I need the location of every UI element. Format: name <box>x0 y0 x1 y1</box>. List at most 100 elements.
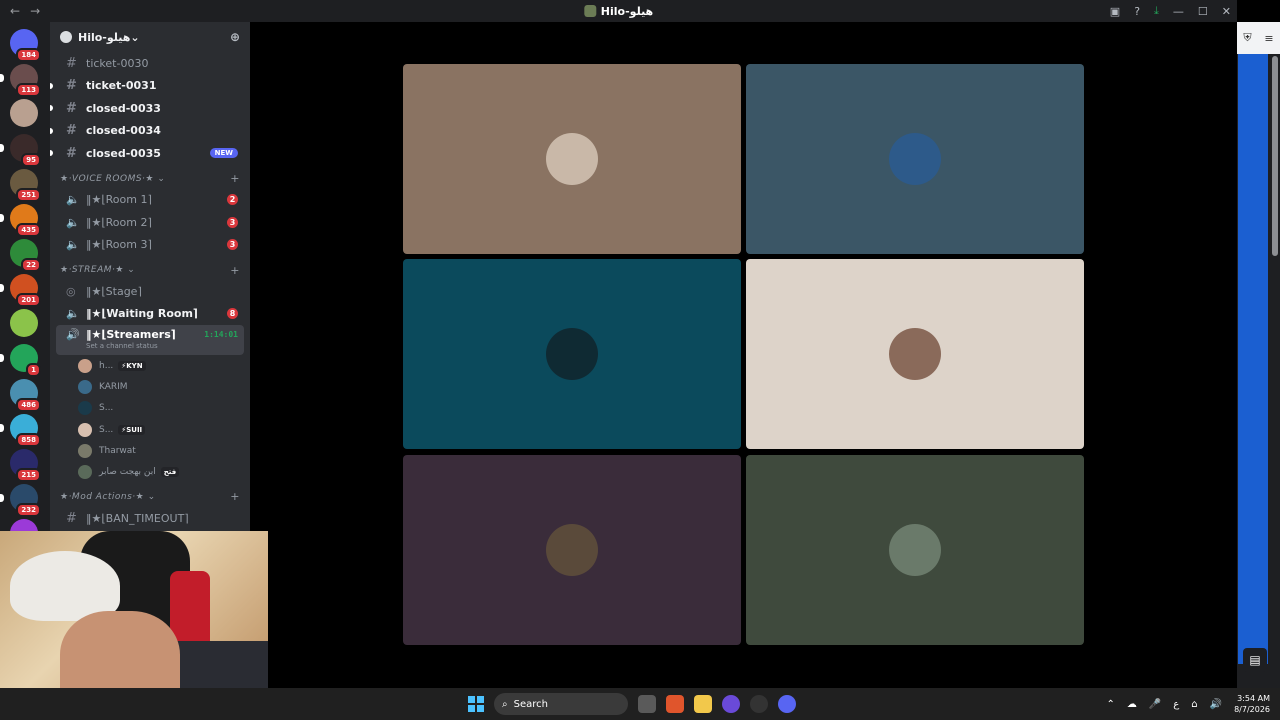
page-preview <box>1238 54 1268 664</box>
channel-closed-0034[interactable]: # closed-0034 <box>50 120 244 143</box>
channel-closed-0035[interactable]: # closed-0035 NEW <box>50 142 244 165</box>
server-icon[interactable]: 22 <box>10 239 41 272</box>
volume-icon[interactable]: 🔊 <box>1210 699 1222 710</box>
menu-icon[interactable]: ≡ <box>1264 32 1273 45</box>
server-icon[interactable]: 201 <box>0 274 41 307</box>
participant-tile[interactable] <box>403 455 741 645</box>
channel-room-3[interactable]: 🔈 ‖★⌊Room 3⌉ 3 <box>56 234 244 257</box>
server-icon[interactable]: 113 <box>0 64 41 97</box>
server-header[interactable]: Hilo-هيلو ⌄ ⊕ <box>50 22 250 52</box>
obs-icon[interactable] <box>750 695 768 713</box>
server-icon[interactable] <box>10 309 38 337</box>
avatar <box>78 443 92 458</box>
mic-icon[interactable]: 🎤 <box>1149 699 1161 710</box>
window-title: Hilo-هيلو <box>583 5 653 18</box>
channel-ban-timeout[interactable]: # ‖★⌊BAN_TIMEOUT⌉ <box>56 507 244 530</box>
server-logo-icon <box>583 5 596 17</box>
forward-arrow-icon[interactable]: → <box>30 4 40 18</box>
network-icon[interactable]: ⌂ <box>1191 699 1197 710</box>
back-arrow-icon[interactable]: ← <box>10 4 20 18</box>
channel-waiting-room[interactable]: 🔈 ‖★⌊Waiting Room⌉ 8 <box>56 303 244 326</box>
server-icon[interactable]: 215 <box>10 449 41 482</box>
channel-room-1[interactable]: 🔈 ‖★⌊Room 1⌉ 2 <box>56 189 244 212</box>
scrollbar[interactable] <box>1272 56 1278 256</box>
participant-tile[interactable] <box>403 64 741 254</box>
user-tag: ⚡KYN <box>118 360 146 371</box>
server-icon[interactable]: 1 <box>0 344 41 377</box>
speaker-icon: 🔊 <box>66 328 80 341</box>
voice-user[interactable]: h... ⚡KYN <box>50 355 250 376</box>
participant-avatar <box>546 133 598 185</box>
participant-tile[interactable] <box>746 64 1084 254</box>
server-icon[interactable]: 251 <box>10 169 41 202</box>
discord-icon[interactable] <box>778 695 796 713</box>
mention-badge: 858 <box>16 433 41 447</box>
mention-badge: 113 <box>16 83 41 97</box>
channel-closed-0033[interactable]: # closed-0033 <box>50 97 244 120</box>
mention-badge: 1 <box>26 363 41 377</box>
taskbar-search[interactable]: ⌕ Search <box>494 693 628 715</box>
windows-start-icon[interactable] <box>468 696 484 712</box>
clock[interactable]: 3:54 AM 8/7/2026 <box>1234 693 1270 715</box>
language-indicator[interactable]: ع <box>1173 699 1179 710</box>
download-icon[interactable]: ⤓ <box>1154 4 1159 18</box>
participant-tile[interactable] <box>746 455 1084 645</box>
server-icon[interactable]: 232 <box>0 484 41 517</box>
brave-icon[interactable] <box>666 695 684 713</box>
voice-user[interactable]: KARIM <box>50 376 250 397</box>
channel-streamers[interactable]: 🔊 ‖★⌊Streamers⌉ 1:14:01 Set a channel st… <box>56 325 244 355</box>
channel-room-2[interactable]: 🔈 ‖★⌊Room 2⌉ 3 <box>56 211 244 234</box>
add-channel-icon[interactable]: + <box>230 490 240 503</box>
close-button[interactable]: ✕ <box>1222 5 1231 18</box>
category-mod-actions[interactable]: ★·Mod Actions·★ ⌄ + <box>50 483 250 507</box>
hash-icon: # <box>66 78 77 94</box>
help-icon[interactable]: ? <box>1134 5 1140 18</box>
category-voice-rooms[interactable]: ★·VOICE ROOMS·★ ⌄ + <box>50 165 250 189</box>
maximize-button[interactable]: ☐ <box>1198 5 1208 18</box>
user-count-badge: 3 <box>227 239 238 251</box>
server-icon[interactable]: 858 <box>0 414 41 447</box>
hash-icon: # <box>66 100 77 116</box>
chat-icon[interactable]: ▤ <box>1243 648 1267 672</box>
inbox-icon[interactable]: ▣ <box>1110 5 1120 18</box>
voice-user[interactable]: S... ⚡SUII <box>50 419 250 440</box>
mention-badge: 251 <box>16 188 41 202</box>
onedrive-icon[interactable]: ☁ <box>1127 699 1137 710</box>
file-explorer-icon[interactable] <box>694 695 712 713</box>
home-button[interactable]: 184 <box>10 29 41 62</box>
taskbar: ⌕ Search ⌃ ☁ 🎤 ع ⌂ 🔊 3:54 AM 8/7/2026 <box>0 688 1280 720</box>
category-stream[interactable]: ★·STREAM·★ ⌄ + <box>50 256 250 280</box>
avatar <box>78 465 92 480</box>
server-icon[interactable]: 435 <box>0 204 41 237</box>
mention-badge: 201 <box>16 293 41 307</box>
hash-icon: # <box>66 145 77 161</box>
participant-avatar <box>546 524 598 576</box>
minimize-button[interactable]: — <box>1173 5 1184 18</box>
browser-side-panel: ⛨ ≡ ▤ <box>1237 22 1280 688</box>
search-icon: ⌕ <box>502 698 508 710</box>
voice-user[interactable]: S... <box>50 398 250 419</box>
speaker-icon: 🔈 <box>66 307 80 321</box>
participant-tile[interactable] <box>746 259 1084 449</box>
avatar <box>78 358 92 373</box>
add-channel-icon[interactable]: + <box>230 172 240 185</box>
channel-stage[interactable]: ◎ ‖★⌊Stage⌉ <box>56 280 244 303</box>
task-view-icon[interactable] <box>638 695 656 713</box>
channel-ticket-0030[interactable]: # ticket-0030 <box>56 52 244 75</box>
app-icon[interactable] <box>722 695 740 713</box>
shield-icon[interactable]: ⛨ <box>1243 31 1251 45</box>
hash-icon: # <box>66 55 77 71</box>
tray-chevron-icon[interactable]: ⌃ <box>1106 699 1114 710</box>
voice-user[interactable]: Tharwat <box>50 440 250 461</box>
participant-tile[interactable] <box>403 259 741 449</box>
server-icon[interactable] <box>10 99 38 127</box>
add-channel-icon[interactable]: + <box>230 264 240 277</box>
channel-ticket-0031[interactable]: # ticket-0031 <box>50 75 244 98</box>
channel-status[interactable]: Set a channel status <box>86 342 158 350</box>
server-icon[interactable]: 95 <box>0 134 41 167</box>
add-member-icon[interactable]: ⊕ <box>230 30 240 44</box>
voice-user[interactable]: ابن بهجت صابر فتح <box>50 461 250 482</box>
stage-icon: ◎ <box>66 284 76 298</box>
speaker-icon: 🔈 <box>66 193 80 207</box>
server-icon[interactable]: 486 <box>10 379 41 412</box>
